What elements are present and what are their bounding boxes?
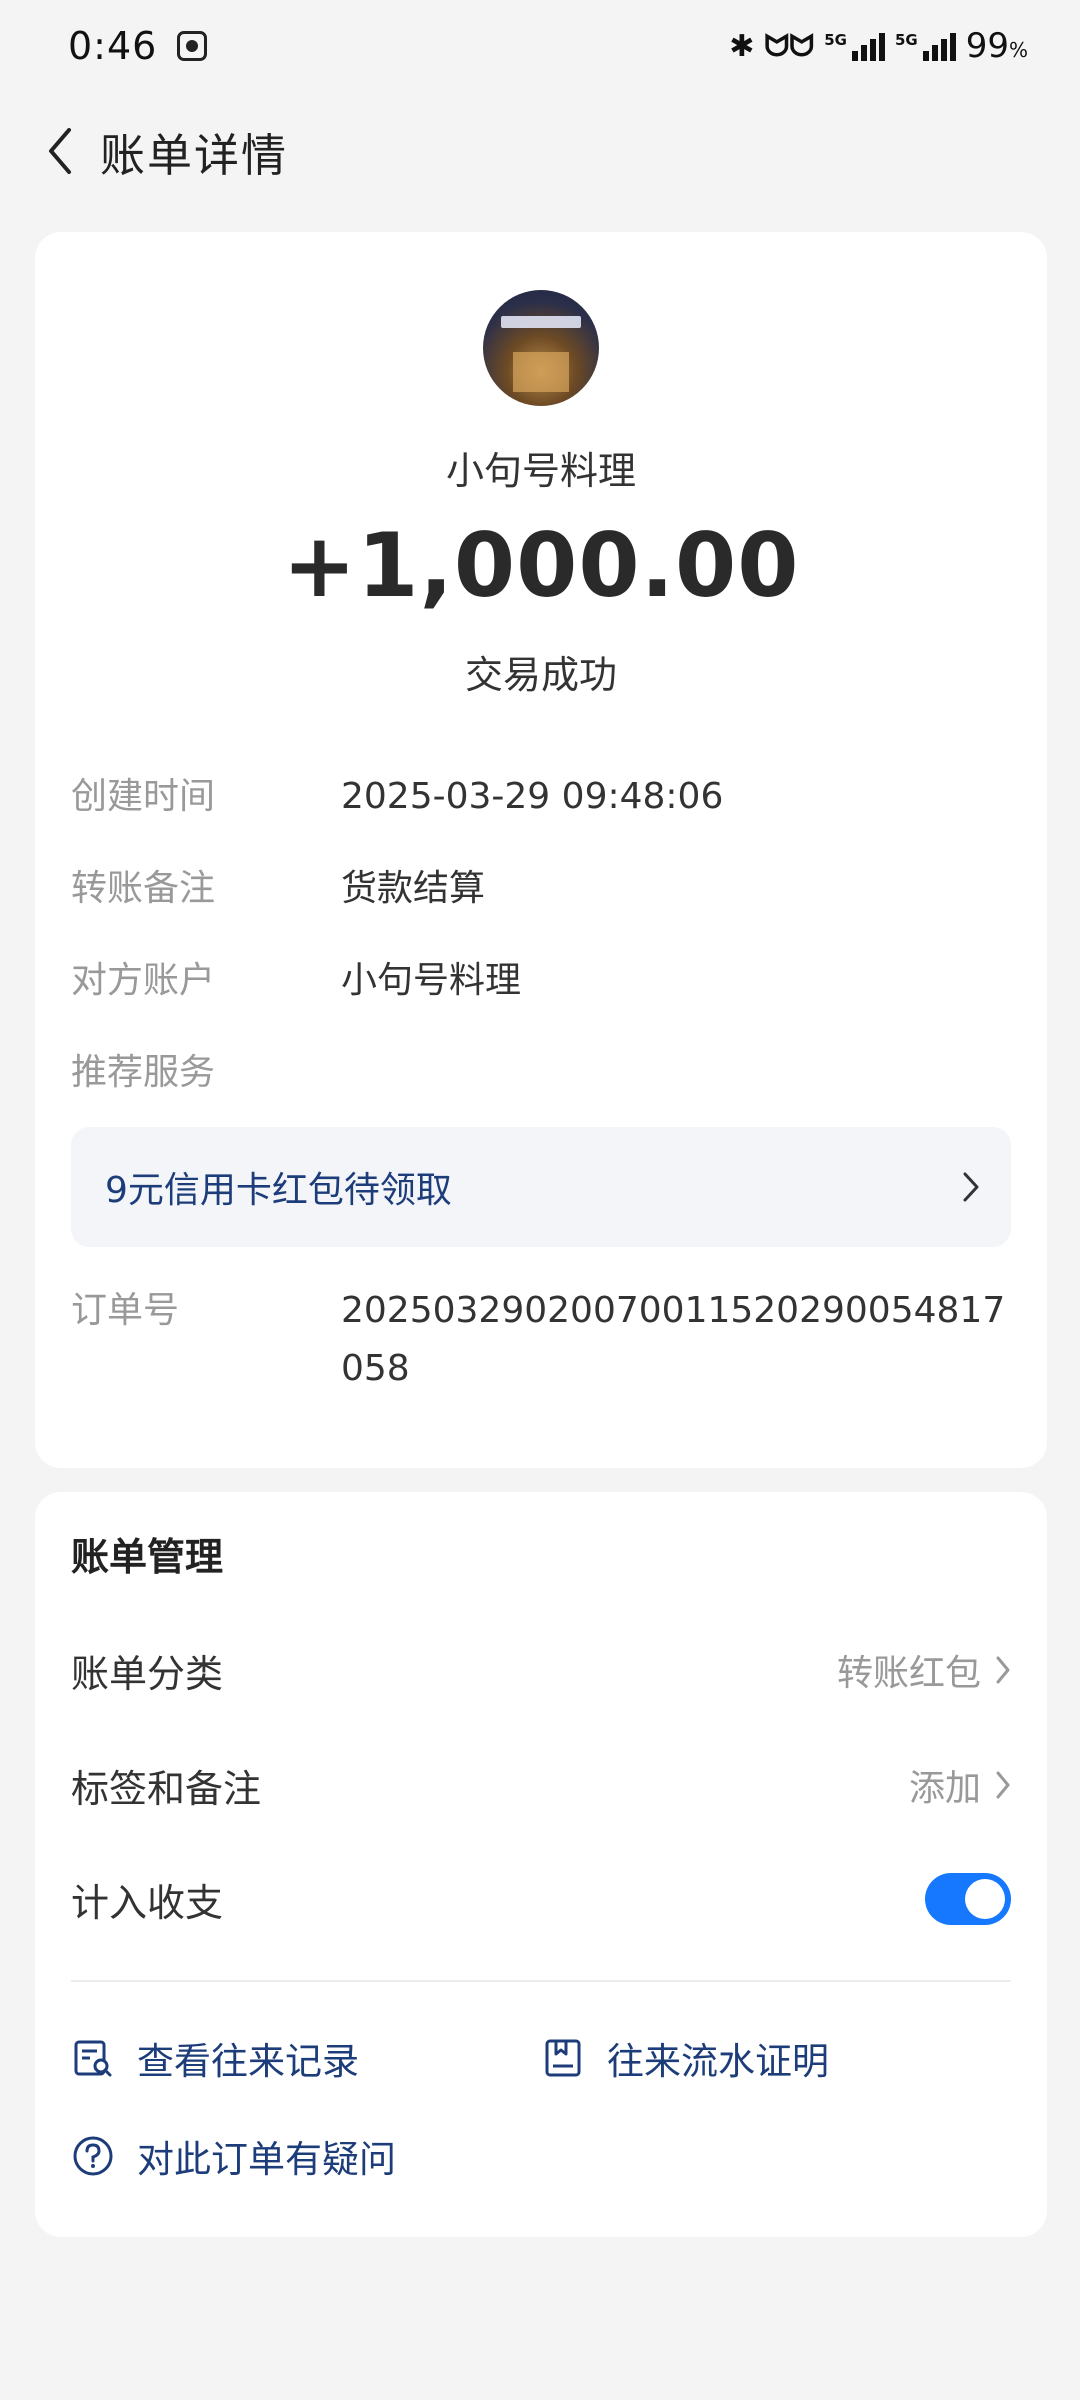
divider	[71, 1980, 1011, 1982]
info-row-transfer-note: 转账备注 货款结算	[71, 868, 486, 909]
back-button[interactable]	[30, 121, 90, 181]
info-row-order-number: 订单号 20250329020070011520290054817058	[71, 1282, 1011, 1398]
merchant-name: 小句号料理	[445, 449, 636, 493]
chevron-right-icon	[996, 1656, 1010, 1684]
promo-text: 9元信用卡红包待领取	[105, 1170, 452, 1211]
include-in-stats-toggle[interactable]	[925, 1873, 1011, 1925]
bookmark-document-icon	[541, 2036, 585, 2080]
info-row-counterparty: 对方账户 小句号料理	[71, 960, 522, 1001]
battery-level: 99%	[965, 26, 1028, 66]
notification-app-icon	[177, 31, 208, 61]
app-header: 账单详情	[0, 108, 1080, 194]
merchant-avatar	[483, 290, 599, 406]
bill-management-card: 账单管理 账单分类 转账红包 标签和备注 添加 计入收支 查看往来记录 往来流水…	[35, 1492, 1047, 2237]
page-title: 账单详情	[100, 128, 289, 182]
tags-notes-row[interactable]: 标签和备注 添加	[71, 1750, 1011, 1820]
statement-proof-link[interactable]: 往来流水证明	[541, 2026, 829, 2090]
bill-category-value: 转账红包	[836, 1653, 981, 1694]
transaction-status: 交易成功	[464, 653, 617, 697]
chevron-right-icon	[963, 1172, 979, 1202]
signal-5g-icon: 5G	[895, 31, 956, 61]
status-time: 0:46	[68, 24, 158, 68]
section-title: 账单管理	[71, 1535, 224, 1579]
order-question-link[interactable]: 对此订单有疑问	[71, 2124, 396, 2188]
order-number[interactable]: 20250329020070011520290054817058	[341, 1282, 1011, 1398]
bluetooth-icon: ✱	[729, 28, 755, 64]
info-row-created-time: 创建时间 2025-03-29 09:48:06	[71, 776, 724, 817]
bill-category-row[interactable]: 账单分类 转账红包	[71, 1635, 1011, 1705]
transaction-amount: +1,000.00	[282, 514, 800, 617]
info-row-recommended-service: 推荐服务	[71, 1052, 216, 1093]
status-bar: 0:46 ✱ ᗢᗢ 5G 5G 99%	[0, 0, 1080, 92]
include-in-stats-row: 计入收支	[71, 1864, 1011, 1934]
view-history-link[interactable]: 查看往来记录	[71, 2026, 359, 2090]
record-search-icon	[71, 2036, 115, 2080]
earbuds-icon: ᗢᗢ	[764, 28, 815, 64]
question-circle-icon	[71, 2134, 115, 2178]
tags-add-value: 添加	[908, 1768, 981, 1809]
bill-detail-card: 小句号料理 +1,000.00 交易成功 创建时间 2025-03-29 09:…	[35, 232, 1047, 1468]
credit-card-promo-banner[interactable]: 9元信用卡红包待领取	[71, 1127, 1011, 1247]
chevron-right-icon	[996, 1771, 1010, 1799]
chevron-left-icon	[49, 128, 71, 174]
signal-5g-icon: 5G	[824, 31, 885, 61]
